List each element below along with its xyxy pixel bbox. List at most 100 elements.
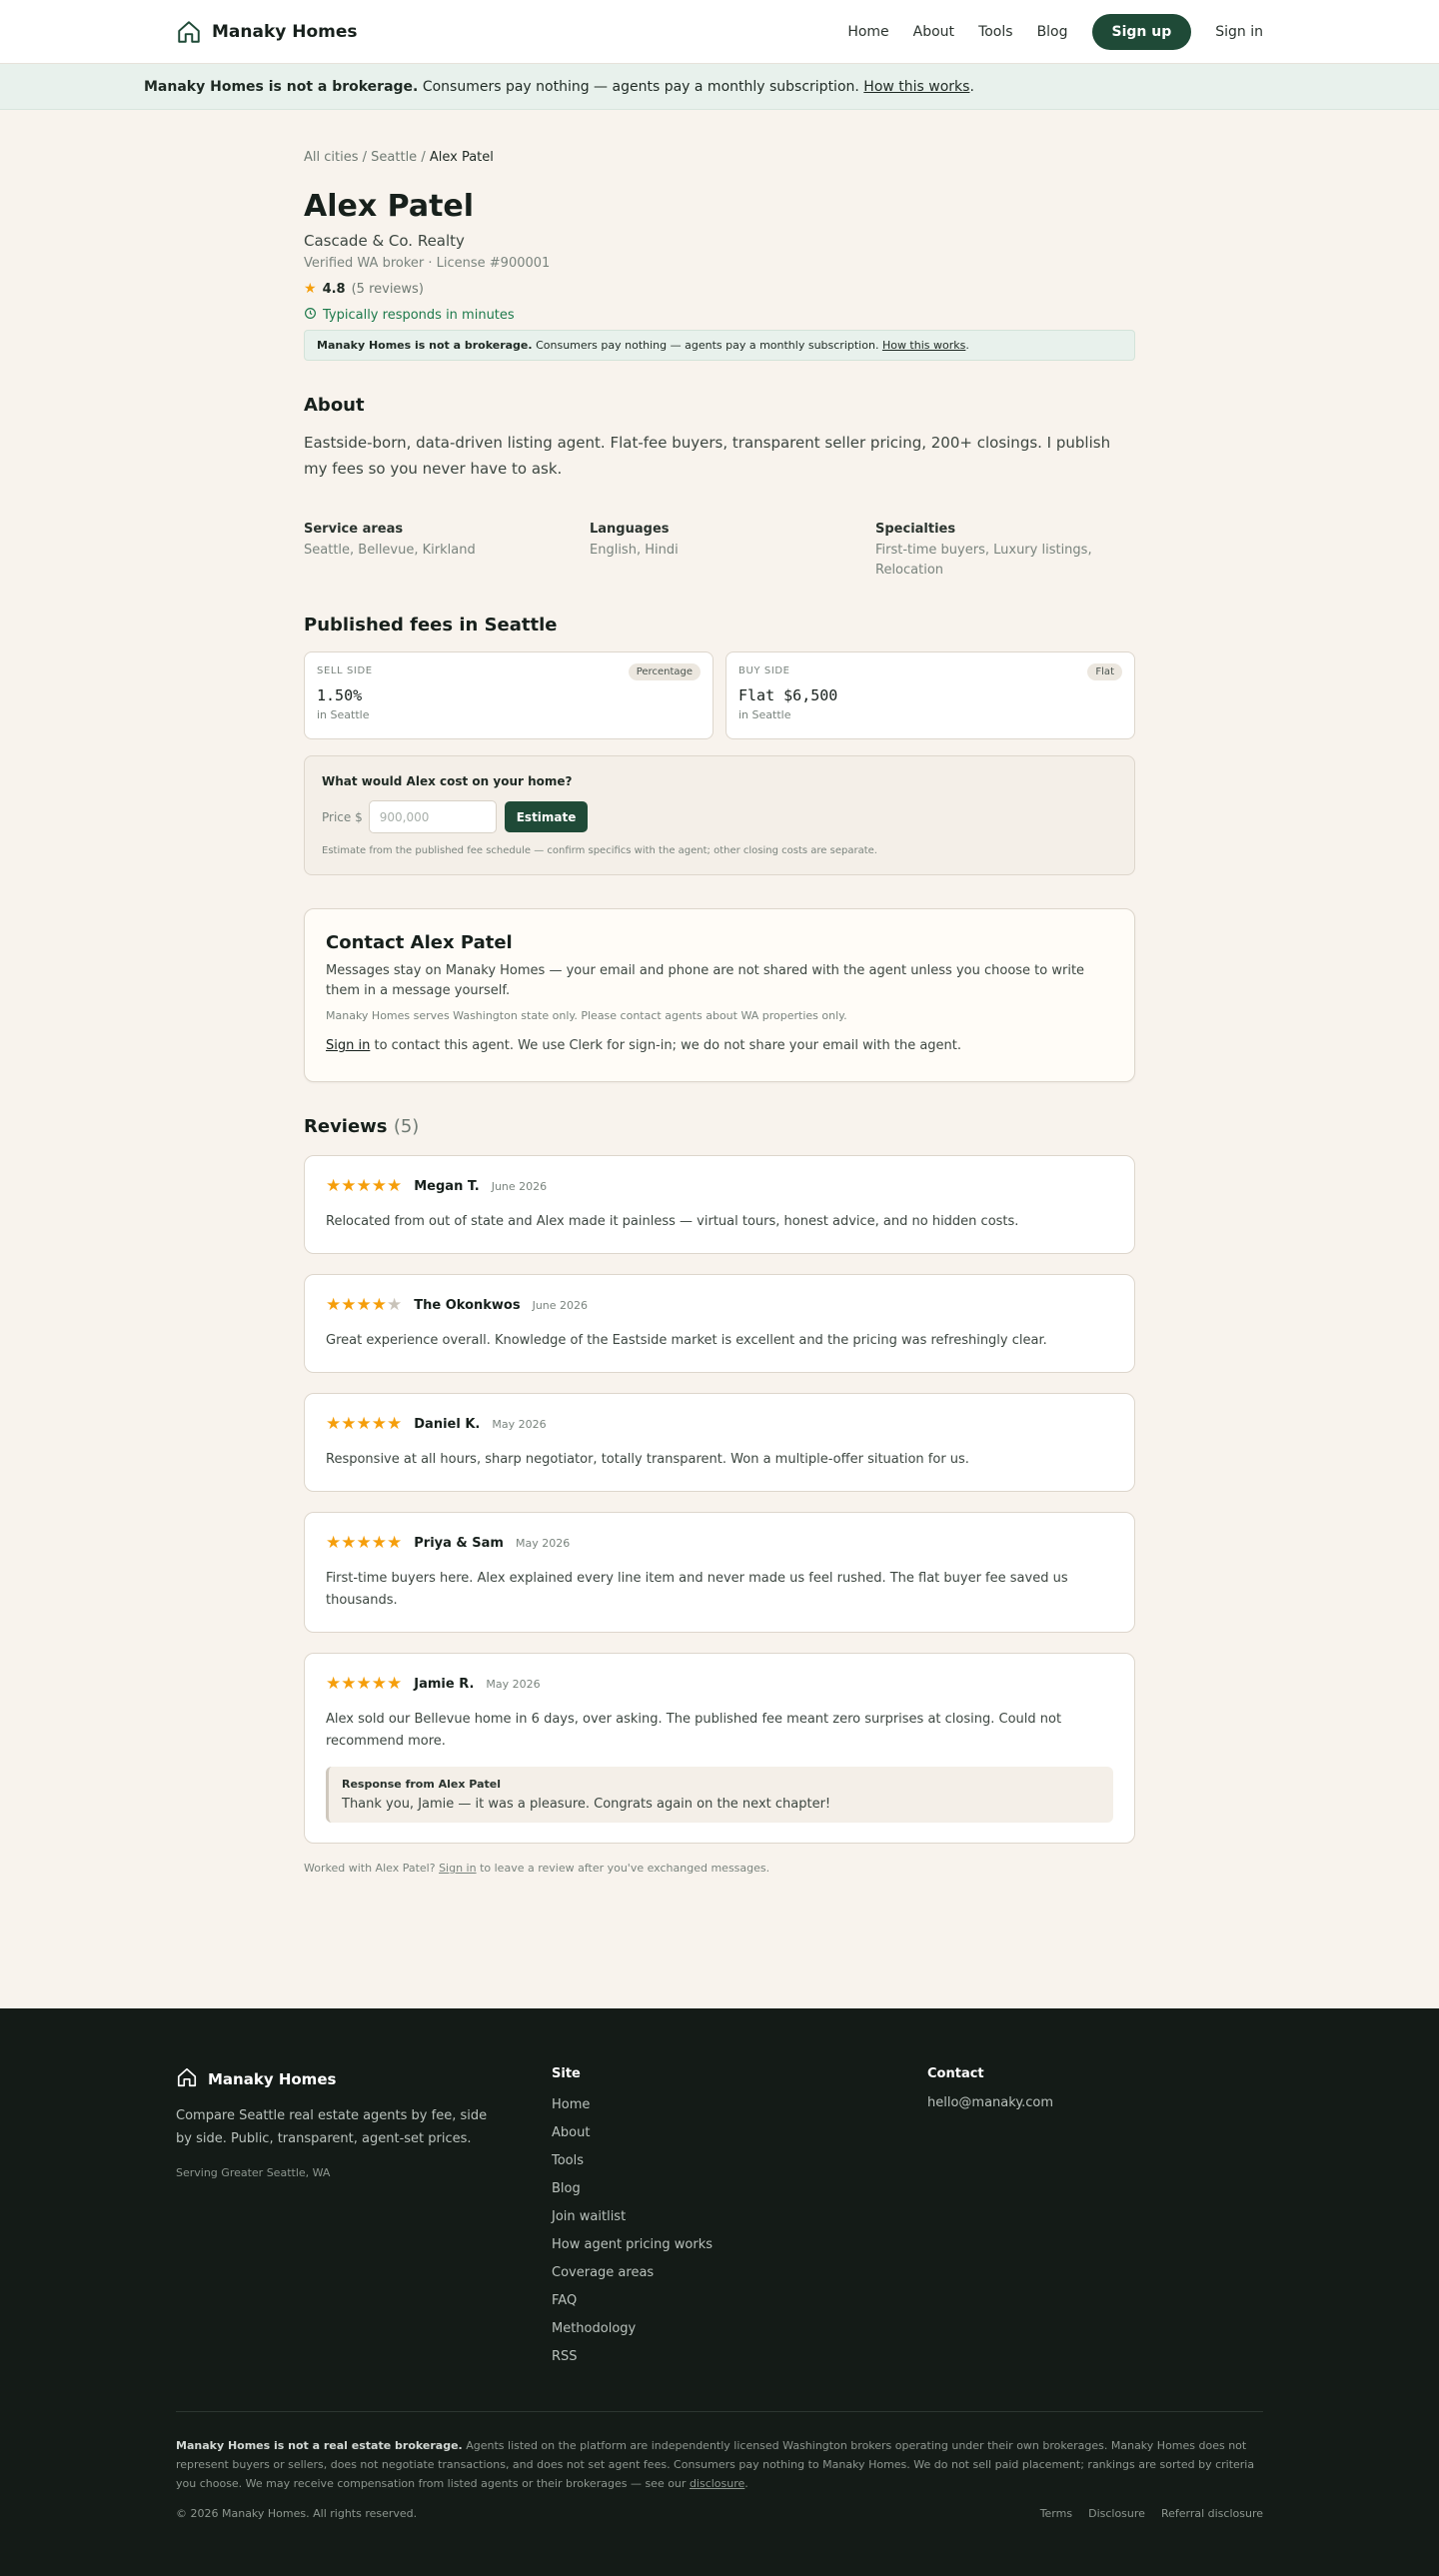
brand[interactable]: Manaky Homes (176, 19, 358, 45)
agent-profile: All cities / Seattle / Alex Patel Alex P… (304, 110, 1135, 1875)
clock-icon (304, 307, 317, 324)
review-stars: ★★★★★ (326, 1178, 402, 1195)
footer-link[interactable]: RSS (552, 2343, 927, 2371)
review-text: Responsive at all hours, sharp negotiato… (326, 1452, 969, 1467)
main-nav: Home About Tools Blog Sign up Sign in (847, 13, 1263, 50)
nav-home[interactable]: Home (847, 24, 888, 40)
contact-signin-link[interactable]: Sign in (326, 1038, 370, 1053)
footer-link[interactable]: FAQ (552, 2287, 927, 2315)
reviews-section: Reviews (5) ★★★★★ Megan T. June 2026 Reloca… (304, 1116, 1135, 1875)
footer-brand-name: Manaky Homes (208, 2070, 337, 2088)
sell-side-fee-card: SELL SIDE Percentage 1.50% in Seattle (304, 651, 714, 739)
breadcrumb-city[interactable]: Seattle (371, 150, 417, 165)
review-meta: ★★★★★ Megan T. June 2026 (326, 1178, 1113, 1195)
nav-tools[interactable]: Tools (978, 24, 1013, 40)
footer-link[interactable]: Home (552, 2091, 927, 2119)
how-this-works-link[interactable]: How this works (863, 79, 969, 95)
footer-tagline: Compare Seattle real estate agents by fe… (176, 2108, 488, 2146)
review-stars: ★★★★★ (326, 1676, 402, 1693)
house-logo-icon (176, 2066, 198, 2092)
notice-end: . (965, 339, 969, 352)
contact-description: Messages stay on Manaky Homes — your ema… (326, 963, 1085, 998)
footer-serving: Serving Greater Seattle, WA (176, 2166, 331, 2179)
terms-link[interactable]: Terms (1040, 2507, 1072, 2520)
star-icon: ★ (341, 1533, 357, 1553)
footer-email-link[interactable]: hello@manaky.com (927, 2095, 1263, 2110)
breadcrumb-separator: / (417, 150, 430, 165)
star-icon: ★ (356, 1176, 372, 1196)
response-time: Typically responds in minutes (304, 307, 1135, 324)
footer-link[interactable]: Blog (552, 2175, 927, 2203)
footer-site-title: Site (552, 2066, 581, 2081)
star-icon: ★ (356, 1674, 372, 1694)
breadcrumb-separator: / (358, 150, 372, 165)
fact-label: Service areas (304, 522, 404, 537)
star-icon: ★ (387, 1295, 403, 1315)
contact-section: Contact Alex Patel Messages stay on Mana… (304, 908, 1135, 1082)
agent-response: Response from Alex Patel Thank you, Jamie… (326, 1767, 1113, 1823)
reviewer-name: The Okonkwos (414, 1298, 521, 1313)
estimate-button[interactable]: Estimate (504, 801, 589, 832)
house-logo-icon (176, 19, 202, 45)
fact-value: Seattle, Bellevue, Kirkland (304, 543, 476, 558)
disclosure-link[interactable]: disclosure (690, 2477, 744, 2490)
star-icon: ★ (356, 1295, 372, 1315)
fact-service-areas: Service areas Seattle, Bellevue, Kirklan… (304, 522, 564, 581)
footer-legal-links: Terms Disclosure Referral disclosure (1040, 2507, 1263, 2520)
footer-link[interactable]: About (552, 2119, 927, 2147)
agent-facts: Service areas Seattle, Bellevue, Kirklan… (304, 522, 1135, 581)
banner-end: . (969, 78, 974, 95)
footer-link[interactable]: How agent pricing works (552, 2231, 927, 2259)
fee-amount: Flat $6,500 (738, 686, 838, 704)
fee-city: in Seattle (317, 708, 370, 721)
price-input[interactable] (368, 800, 497, 833)
footer-brand[interactable]: Manaky Homes (176, 2066, 552, 2092)
notice-how-this-works-link[interactable]: How this works (882, 339, 965, 352)
nav-about[interactable]: About (913, 24, 954, 40)
signup-button[interactable]: Sign up (1091, 13, 1192, 50)
response-time-text: Typically responds in minutes (323, 308, 515, 323)
footer-link[interactable]: Methodology (552, 2315, 927, 2343)
fact-value: English, Hindi (590, 543, 679, 558)
fee-side-label: BUY SIDE (738, 665, 790, 676)
breadcrumb-all-cities[interactable]: All cities (304, 150, 359, 165)
rating-count: (5 reviews) (351, 281, 424, 297)
signin-link[interactable]: Sign in (1215, 24, 1263, 40)
footer-link[interactable]: Coverage areas (552, 2259, 927, 2287)
referral-disclosure-link[interactable]: Referral disclosure (1161, 2507, 1263, 2520)
star-icon: ★ (371, 1674, 387, 1694)
disclosure-footer-link[interactable]: Disclosure (1088, 2507, 1145, 2520)
footer-brand-column: Manaky Homes Compare Seattle real estate… (176, 2066, 552, 2371)
review-signin-link[interactable]: Sign in (439, 1862, 477, 1875)
leave-review-note: Worked with Alex Patel? Sign in to leave… (304, 1862, 1135, 1875)
review-meta: ★★★★★ Priya & Sam May 2026 (326, 1535, 1113, 1552)
review-list: ★★★★★ Megan T. June 2026 Relocated from out… (304, 1155, 1135, 1844)
footer-link[interactable]: Join waitlist (552, 2203, 927, 2231)
agent-license: Verified WA broker · License #900001 (304, 256, 551, 271)
footer-contact-column: Contact hello@manaky.com (927, 2066, 1263, 2371)
fee-city: in Seattle (738, 708, 791, 721)
footer-link[interactable]: Tools (552, 2147, 927, 2175)
star-icon: ★ (356, 1533, 372, 1553)
fees-section: Published fees in Seattle SELL SIDE Perc… (304, 615, 1135, 875)
review-date: May 2026 (492, 1418, 547, 1431)
review-date: May 2026 (515, 1537, 571, 1550)
star-icon: ★ (341, 1295, 357, 1315)
review-meta: ★★★★★ The Okonkwos June 2026 (326, 1297, 1113, 1314)
star-icon: ★ (371, 1414, 387, 1434)
notice-text: Consumers pay nothing — agents pay a mon… (532, 339, 882, 352)
price-label: Price $ (322, 809, 363, 824)
about-title: About (304, 395, 365, 416)
breadcrumb: All cities / Seattle / Alex Patel (304, 150, 1135, 165)
worked-post: to leave a review after you've exchanged… (476, 1862, 770, 1875)
footer-disclaimer: Manaky Homes is not a real estate broker… (176, 2436, 1263, 2493)
site-header: Manaky Homes Home About Tools Blog Sign … (0, 0, 1439, 64)
response-title: Response from Alex Patel (342, 1778, 501, 1791)
review-meta: ★★★★★ Daniel K. May 2026 (326, 1416, 1113, 1433)
review-date: May 2026 (486, 1678, 541, 1691)
nav-blog[interactable]: Blog (1037, 24, 1068, 40)
review-stars: ★★★★★ (326, 1535, 402, 1552)
fees-title: Published fees in Seattle (304, 615, 558, 636)
reviewer-name: Daniel K. (414, 1417, 481, 1432)
footer-site-links: Home About Tools Blog Join waitlist How agent… (552, 2091, 927, 2371)
